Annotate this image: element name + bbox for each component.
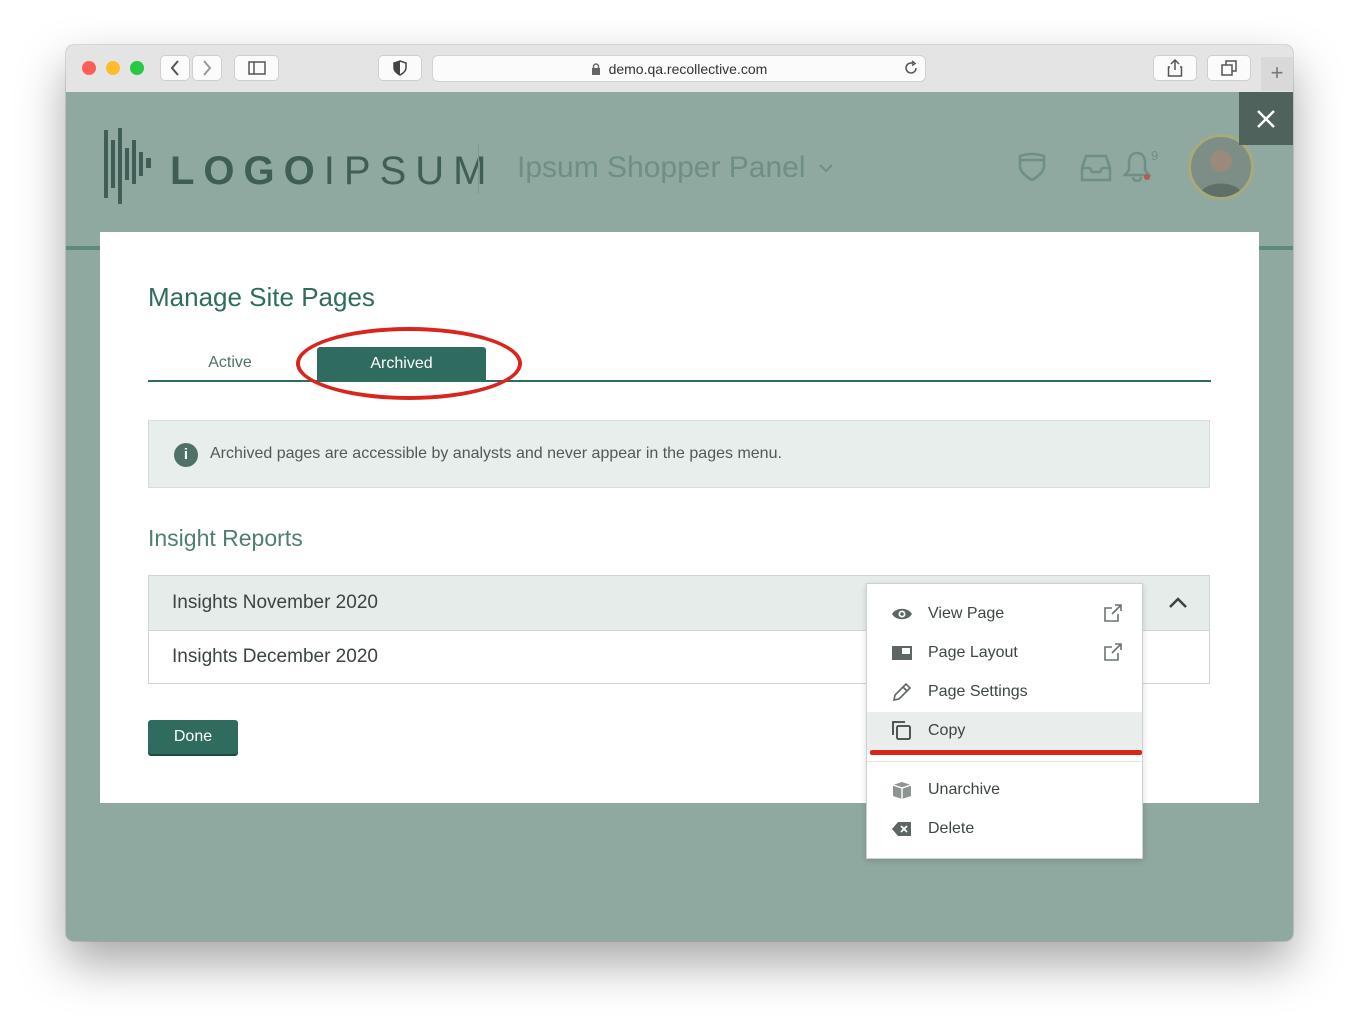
notification-count: 9 [1151, 148, 1159, 163]
delete-icon [892, 822, 911, 836]
menu-item-copy[interactable]: Copy [867, 712, 1142, 750]
tabs-overview-button[interactable] [1207, 55, 1251, 81]
tabs-underline [148, 380, 1211, 382]
chevron-up-icon[interactable] [1168, 597, 1188, 609]
avatar-person-icon [1199, 150, 1243, 197]
chevron-down-icon [819, 164, 833, 173]
done-button[interactable]: Done [148, 720, 238, 754]
external-link-icon [1104, 604, 1122, 622]
eye-icon [892, 608, 912, 620]
menu-item-label: Delete [928, 820, 975, 837]
tab-active-pages[interactable]: Active [190, 354, 270, 372]
menu-item-label: Page Layout [928, 644, 1018, 661]
annotation-ellipse [296, 327, 522, 400]
menu-item-page-layout[interactable]: Page Layout [867, 634, 1142, 672]
moderator-shield-icon[interactable] [1017, 152, 1047, 182]
menu-divider [867, 761, 1142, 762]
chevron-right-icon [203, 60, 212, 76]
header-divider [478, 144, 479, 194]
layout-icon [892, 646, 912, 660]
page-title: Insights December 2020 [172, 646, 378, 667]
menu-item-label: View Page [928, 605, 1005, 622]
panel-switcher[interactable]: Ipsum Shopper Panel [517, 151, 834, 185]
menu-item-view-page[interactable]: View Page [867, 595, 1142, 633]
menu-item-label: Unarchive [928, 781, 1001, 798]
page-actions-menu: View Page Page Layout Page Settings Copy… [866, 583, 1143, 859]
panel-name: Ipsum Shopper Panel [517, 151, 806, 184]
logo-icon [104, 128, 151, 204]
sidebar-toggle-button[interactable] [234, 55, 279, 81]
box-icon [892, 782, 912, 799]
menu-item-label: Copy [928, 722, 966, 739]
lock-icon [591, 63, 600, 75]
menu-item-delete[interactable]: Delete [867, 810, 1142, 848]
maximize-window-button[interactable] [130, 61, 144, 75]
info-text: Archived pages are accessible by analyst… [210, 445, 782, 462]
annotation-underline [870, 750, 1142, 755]
close-modal-button[interactable] [1239, 92, 1293, 145]
inbox-icon[interactable] [1080, 154, 1112, 182]
info-icon: i [174, 443, 198, 467]
address-bar[interactable]: demo.qa.recollective.com [432, 55, 926, 82]
menu-item-unarchive[interactable]: Unarchive [867, 771, 1142, 809]
url-text: demo.qa.recollective.com [608, 61, 768, 77]
new-tab-button[interactable]: + [1261, 57, 1293, 91]
shield-icon [393, 60, 407, 76]
logo-text-bold: LOGO [170, 149, 324, 193]
section-title: Insight Reports [148, 525, 303, 551]
share-button[interactable] [1153, 55, 1197, 81]
info-alert: i Archived pages are accessible by analy… [148, 420, 1210, 488]
copy-icon [892, 721, 911, 740]
chevron-left-icon [170, 60, 179, 76]
pencil-icon [892, 682, 912, 702]
tabs-icon [1221, 60, 1237, 76]
forward-button[interactable] [192, 55, 222, 81]
menu-item-page-settings[interactable]: Page Settings [867, 673, 1142, 711]
notification-dot [1144, 174, 1150, 180]
reload-icon[interactable] [903, 60, 919, 76]
privacy-report-button[interactable] [378, 55, 422, 81]
logo-text: LOGOIPSUM [170, 149, 495, 194]
page-title: Insights November 2020 [172, 592, 378, 613]
minimize-window-button[interactable] [106, 61, 120, 75]
external-link-icon [1104, 643, 1122, 661]
back-button[interactable] [160, 55, 190, 81]
sidebar-icon [247, 61, 266, 75]
modal-title: Manage Site Pages [148, 282, 375, 312]
menu-item-label: Page Settings [928, 683, 1028, 700]
share-icon [1167, 58, 1183, 77]
close-window-button[interactable] [82, 61, 96, 75]
close-icon [1257, 110, 1275, 128]
notifications-button[interactable]: 9 [1122, 148, 1162, 188]
browser-toolbar: demo.qa.recollective.com + [66, 45, 1293, 93]
logo-text-light: IPSUM [323, 149, 496, 193]
